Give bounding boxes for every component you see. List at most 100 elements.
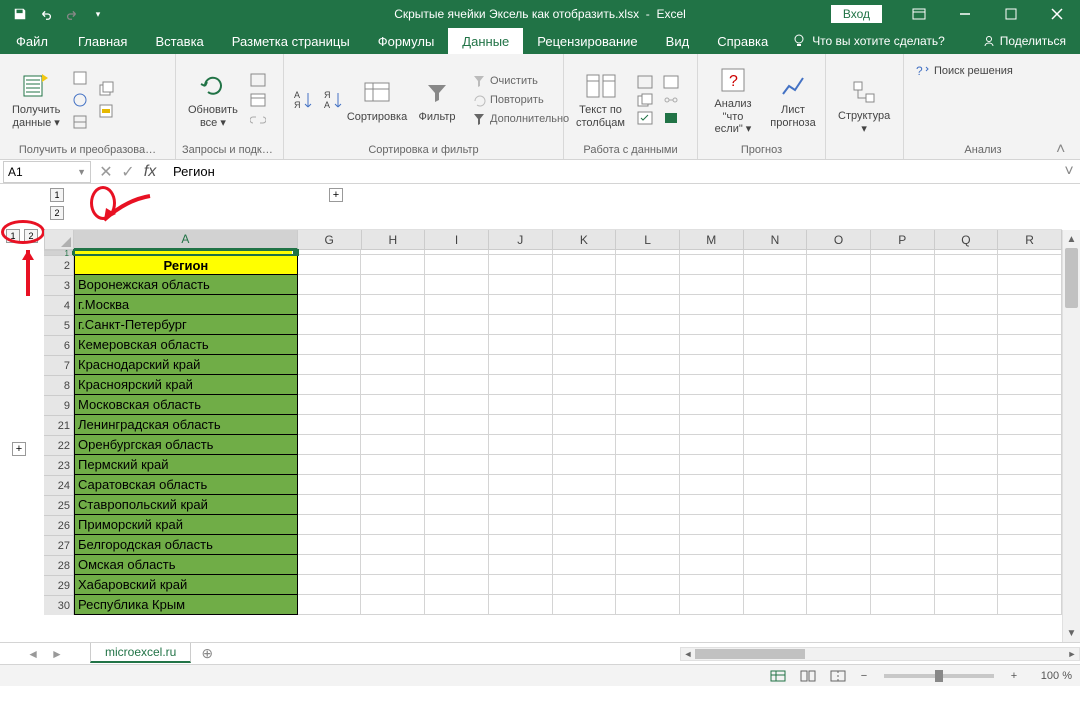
cell-K8[interactable]	[553, 375, 617, 395]
row-header-2[interactable]: 2	[44, 255, 74, 275]
cell-K30[interactable]	[553, 595, 617, 615]
cell-Q3[interactable]	[935, 275, 999, 295]
cell-R4[interactable]	[998, 295, 1062, 315]
refresh-all-button[interactable]: Обновить все ▾	[182, 68, 244, 131]
cell-Q9[interactable]	[935, 395, 999, 415]
cell-P22[interactable]	[871, 435, 935, 455]
filter-button[interactable]: Фильтр	[408, 75, 466, 126]
cell-P2[interactable]	[871, 255, 935, 275]
cell-A6[interactable]: Кемеровская область	[74, 335, 298, 355]
from-web-button[interactable]	[68, 91, 92, 109]
cell-O7[interactable]	[807, 355, 871, 375]
cell-G24[interactable]	[298, 475, 362, 495]
cell-G2[interactable]	[298, 255, 362, 275]
fx-icon[interactable]: fx	[139, 162, 161, 182]
cell-H26[interactable]	[361, 515, 425, 535]
cell-I26[interactable]	[425, 515, 489, 535]
what-if-button[interactable]: ? Анализ "что если" ▾	[704, 62, 762, 138]
cell-H3[interactable]	[361, 275, 425, 295]
column-header-G[interactable]: G	[298, 230, 362, 250]
cell-J27[interactable]	[489, 535, 553, 555]
tab-review[interactable]: Рецензирование	[523, 28, 651, 54]
cell-Q8[interactable]	[935, 375, 999, 395]
zoom-out-button[interactable]: −	[856, 668, 872, 684]
cell-M21[interactable]	[680, 415, 744, 435]
cell-K29[interactable]	[553, 575, 617, 595]
cell-P8[interactable]	[871, 375, 935, 395]
row-header-8[interactable]: 8	[44, 375, 74, 395]
row-header-24[interactable]: 24	[44, 475, 74, 495]
cell-Q28[interactable]	[935, 555, 999, 575]
cell-K21[interactable]	[553, 415, 617, 435]
cell-Q2[interactable]	[935, 255, 999, 275]
cell-K26[interactable]	[553, 515, 617, 535]
cell-R6[interactable]	[998, 335, 1062, 355]
cell-G27[interactable]	[298, 535, 362, 555]
cell-P26[interactable]	[871, 515, 935, 535]
tab-home[interactable]: Главная	[64, 28, 141, 54]
cell-G9[interactable]	[298, 395, 362, 415]
cell-J30[interactable]	[489, 595, 553, 615]
cell-Q22[interactable]	[935, 435, 999, 455]
cell-M24[interactable]	[680, 475, 744, 495]
column-header-I[interactable]: I	[425, 230, 489, 250]
cell-N5[interactable]	[744, 315, 808, 335]
cell-N21[interactable]	[744, 415, 808, 435]
cell-K28[interactable]	[553, 555, 617, 575]
cell-I21[interactable]	[425, 415, 489, 435]
cell-J5[interactable]	[489, 315, 553, 335]
cell-N25[interactable]	[744, 495, 808, 515]
column-header-R[interactable]: R	[998, 230, 1062, 250]
tell-me[interactable]: Что вы хотите сделать?	[782, 28, 955, 54]
cell-H7[interactable]	[361, 355, 425, 375]
cell-R30[interactable]	[998, 595, 1062, 615]
cell-A2[interactable]: Регион	[74, 255, 298, 275]
cell-J6[interactable]	[489, 335, 553, 355]
from-text-button[interactable]	[68, 69, 92, 87]
cell-R29[interactable]	[998, 575, 1062, 595]
cell-O25[interactable]	[807, 495, 871, 515]
cell-I8[interactable]	[425, 375, 489, 395]
cell-R23[interactable]	[998, 455, 1062, 475]
cell-L30[interactable]	[616, 595, 680, 615]
cell-A21[interactable]: Ленинградская область	[74, 415, 298, 435]
reapply-filter-button[interactable]: Повторить	[468, 92, 573, 108]
cell-K9[interactable]	[553, 395, 617, 415]
cell-G23[interactable]	[298, 455, 362, 475]
cell-G30[interactable]	[298, 595, 362, 615]
cell-K24[interactable]	[553, 475, 617, 495]
cell-L5[interactable]	[616, 315, 680, 335]
close-icon[interactable]	[1034, 0, 1080, 28]
column-header-Q[interactable]: Q	[935, 230, 999, 250]
cell-L22[interactable]	[616, 435, 680, 455]
cell-M3[interactable]	[680, 275, 744, 295]
data-validation-button[interactable]	[633, 110, 657, 126]
cell-R9[interactable]	[998, 395, 1062, 415]
view-page-break-icon[interactable]	[826, 667, 850, 685]
cell-N8[interactable]	[744, 375, 808, 395]
cell-J3[interactable]	[489, 275, 553, 295]
cell-M30[interactable]	[680, 595, 744, 615]
cell-M4[interactable]	[680, 295, 744, 315]
cell-H22[interactable]	[361, 435, 425, 455]
cell-A9[interactable]: Московская область	[74, 395, 298, 415]
cell-Q5[interactable]	[935, 315, 999, 335]
cell-N30[interactable]	[744, 595, 808, 615]
queries-button[interactable]	[246, 72, 270, 88]
select-all-corner[interactable]	[44, 230, 74, 250]
cell-L24[interactable]	[616, 475, 680, 495]
cell-M6[interactable]	[680, 335, 744, 355]
row-header-6[interactable]: 6	[44, 335, 74, 355]
cell-J2[interactable]	[489, 255, 553, 275]
row-header-23[interactable]: 23	[44, 455, 74, 475]
row-header-28[interactable]: 28	[44, 555, 74, 575]
cell-O9[interactable]	[807, 395, 871, 415]
cell-I2[interactable]	[425, 255, 489, 275]
cell-Q6[interactable]	[935, 335, 999, 355]
vscroll-thumb[interactable]	[1065, 248, 1078, 308]
cell-A25[interactable]: Ставропольский край	[74, 495, 298, 515]
cell-R2[interactable]	[998, 255, 1062, 275]
col-outline-level-2[interactable]: 2	[50, 206, 64, 220]
cell-K22[interactable]	[553, 435, 617, 455]
advanced-filter-button[interactable]: Дополнительно	[468, 111, 573, 127]
